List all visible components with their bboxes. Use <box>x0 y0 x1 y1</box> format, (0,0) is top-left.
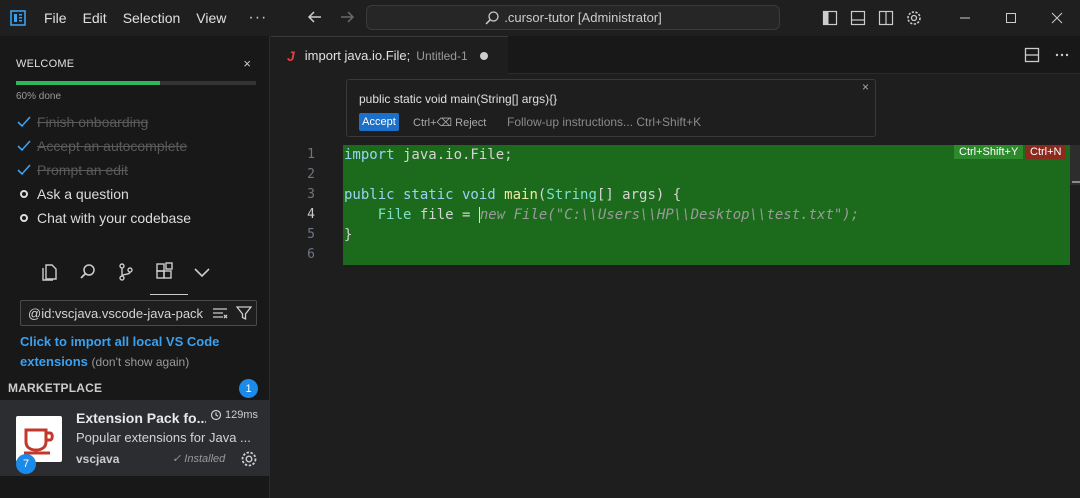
extension-settings-gear-icon[interactable] <box>240 450 258 468</box>
progress-fill <box>16 81 160 85</box>
toggle-secondary-sidebar-icon[interactable] <box>878 10 894 26</box>
reject-shortcut-badge[interactable]: Ctrl+N <box>1025 145 1067 159</box>
line-number-gutter: 1 2 3 4 5 6 <box>271 145 343 265</box>
chevron-down-icon[interactable] <box>192 262 212 282</box>
unsaved-dot-icon[interactable] <box>479 51 488 60</box>
tab-title: import java.io.File; <box>304 48 411 63</box>
minimize-button[interactable] <box>942 0 988 36</box>
sidebar: WELCOME × 60% done Finish onboarding Acc… <box>0 36 270 498</box>
checkmark-icon <box>16 116 32 128</box>
extensions-search-value: @id:vscjava.vscode-java-pack <box>28 305 204 321</box>
menu-file[interactable]: File <box>44 10 67 26</box>
line-number: 3 <box>307 187 315 202</box>
step-chat-codebase[interactable]: Chat with your codebase <box>16 210 191 226</box>
activity-bar <box>40 262 212 282</box>
command-center[interactable]: .cursor-tutor [Administrator] <box>366 5 780 30</box>
code-line-2[interactable] <box>343 165 1070 185</box>
extension-list-item[interactable]: 7 Extension Pack fo... 129ms Popular ext… <box>0 400 270 476</box>
step-label: Prompt an edit <box>37 162 129 178</box>
checkmark-icon <box>16 164 32 176</box>
extension-name: Extension Pack fo... <box>76 410 206 426</box>
inline-edit-prompt: public static void main(String[] args){}… <box>346 79 876 137</box>
extension-count-badge: 7 <box>16 454 36 474</box>
extensions-icon[interactable] <box>154 262 174 282</box>
source-control-icon[interactable] <box>116 262 136 282</box>
step-label: Chat with your codebase <box>37 210 192 226</box>
scrollbar[interactable] <box>1070 145 1080 185</box>
java-file-icon: J <box>287 47 295 64</box>
followup-input[interactable]: Follow-up instructions... Ctrl+Shift+K <box>507 115 701 129</box>
import-extensions-link[interactable]: Click to import all local VS Code extens… <box>20 332 260 372</box>
code-line-4[interactable]: File file = new File("C:\\Users\\HP\\Des… <box>343 205 1070 225</box>
toggle-panel-icon[interactable] <box>850 10 866 26</box>
toggle-sidebar-icon[interactable] <box>822 10 838 26</box>
step-label: Accept an autocomplete <box>37 138 188 154</box>
dont-show-again-link[interactable]: (don't show again) <box>92 355 190 369</box>
checkmark-icon <box>16 140 32 152</box>
search-icon <box>485 10 499 25</box>
search-view-icon[interactable] <box>78 262 98 282</box>
welcome-title: WELCOME <box>16 58 75 70</box>
activation-time: 129ms <box>210 409 258 421</box>
line-number: 2 <box>307 167 315 182</box>
installed-label: Installed <box>184 453 226 465</box>
close-window-button[interactable] <box>1034 0 1080 36</box>
line-number: 5 <box>307 227 315 242</box>
split-editor-icon[interactable] <box>1024 47 1040 63</box>
step-ask-question[interactable]: Ask a question <box>16 186 129 202</box>
filter-icon[interactable] <box>236 305 252 321</box>
ghost-suggestion: new File("C:\\Users\\HP\\Desktop\\test.t… <box>479 207 860 223</box>
onboarding-progress-bar <box>16 81 256 85</box>
marketplace-header[interactable]: MARKETPLACE <box>8 381 102 395</box>
menu-view[interactable]: View <box>196 10 226 26</box>
command-center-label: .cursor-tutor [Administrator] <box>504 10 662 25</box>
editor-tab-bar: J import java.io.File; Untitled-1 <box>271 36 1080 74</box>
progress-label: 60% done <box>16 91 62 102</box>
tab-untitled-1[interactable]: J import java.io.File; Untitled-1 <box>271 36 508 74</box>
circle-icon <box>16 190 32 198</box>
menu-selection[interactable]: Selection <box>123 10 181 26</box>
forward-arrow-icon[interactable] <box>338 8 356 26</box>
extension-publisher: vscjava <box>76 452 120 466</box>
title-bar: File Edit Selection View ··· .cursor-tut… <box>0 0 1080 36</box>
accept-shortcut-badge[interactable]: Ctrl+Shift+Y <box>954 145 1024 159</box>
activation-time-value: 129ms <box>225 409 259 421</box>
marketplace-count-badge: 1 <box>239 379 258 398</box>
back-arrow-icon[interactable] <box>306 8 324 26</box>
step-finish-onboarding[interactable]: Finish onboarding <box>16 114 148 130</box>
code-line-3[interactable]: public static void main(String[] args) { <box>343 185 1070 205</box>
menu-more-icon[interactable]: ··· <box>248 9 267 27</box>
prompt-text[interactable]: public static void main(String[] args){} <box>359 92 557 106</box>
menu-edit[interactable]: Edit <box>83 10 107 26</box>
step-label: Ask a question <box>37 186 129 202</box>
line-number-current: 4 <box>307 207 315 222</box>
active-view-indicator <box>150 294 188 295</box>
extension-description: Popular extensions for Java ... <box>76 430 251 445</box>
clear-filter-icon[interactable] <box>212 305 228 321</box>
close-prompt-icon[interactable]: × <box>862 80 869 94</box>
settings-gear-icon[interactable] <box>906 10 922 26</box>
more-actions-icon[interactable] <box>1054 47 1070 63</box>
step-prompt-edit[interactable]: Prompt an edit <box>16 162 128 178</box>
scrollbar-cursor-marker <box>1072 181 1080 183</box>
code-line-6[interactable] <box>343 245 1070 265</box>
line-number: 6 <box>307 247 315 262</box>
reject-button[interactable]: Ctrl+⌫ Reject <box>413 116 486 129</box>
explorer-icon[interactable] <box>40 262 60 282</box>
installed-status: ✓ Installed <box>172 452 225 465</box>
accept-button[interactable]: Accept <box>359 113 399 131</box>
code-line-5[interactable]: } <box>343 225 1070 245</box>
welcome-close-icon[interactable]: × <box>243 56 251 71</box>
line-number: 1 <box>307 147 315 162</box>
cursor-logo-icon[interactable] <box>10 10 26 26</box>
tab-description: Untitled-1 <box>416 48 468 63</box>
history-icon <box>210 409 222 421</box>
step-label: Finish onboarding <box>37 114 149 130</box>
code-editor[interactable]: import java.io.File; public static void … <box>343 145 1070 265</box>
checkmark-icon: ✓ <box>172 453 182 465</box>
circle-icon <box>16 214 32 222</box>
step-accept-autocomplete[interactable]: Accept an autocomplete <box>16 138 187 154</box>
maximize-button[interactable] <box>988 0 1034 36</box>
extensions-search-input[interactable]: @id:vscjava.vscode-java-pack <box>20 300 257 326</box>
